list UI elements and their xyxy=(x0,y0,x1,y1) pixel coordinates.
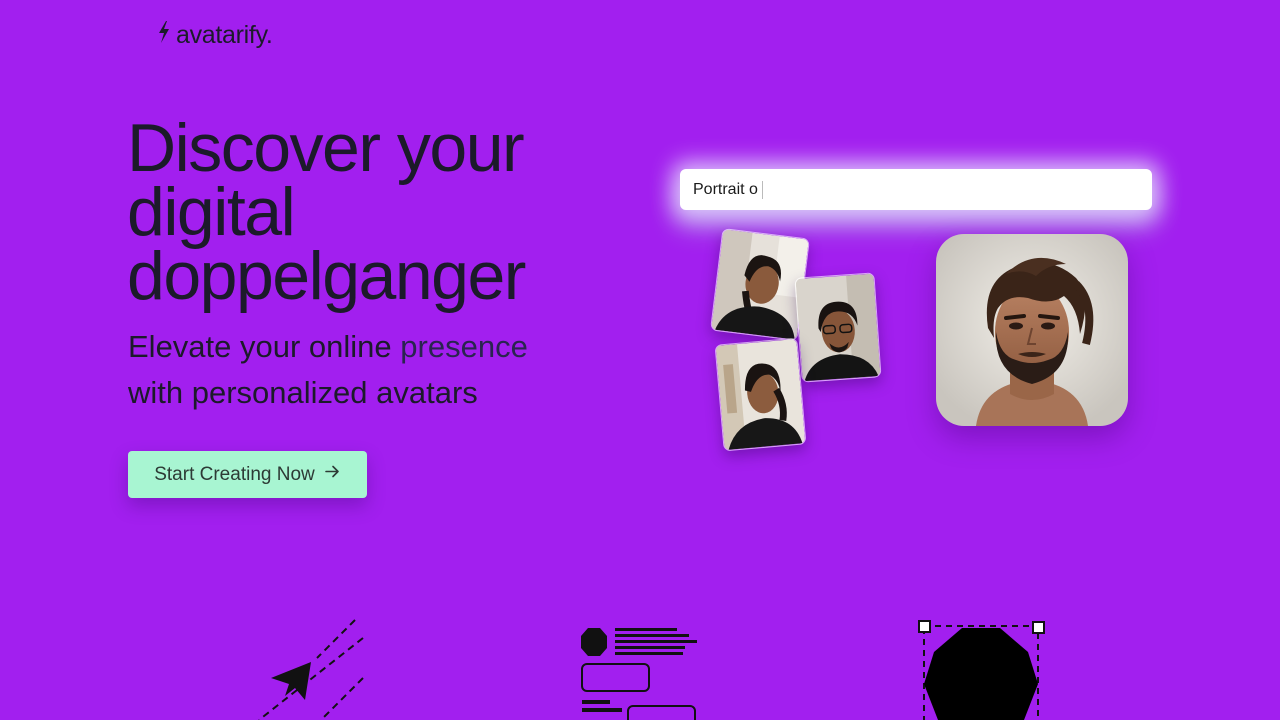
subtitle-part-3: with personalized avatars xyxy=(128,375,478,410)
layout-blocks-icon xyxy=(580,626,700,720)
subtitle-part-1: Elevate your online xyxy=(128,329,392,364)
shape-select-icon xyxy=(916,618,1046,720)
lightning-icon xyxy=(156,20,172,51)
hero-subtitle: Elevate your online presence with person… xyxy=(128,324,598,416)
text-caret xyxy=(761,180,763,199)
subtitle-part-2: presence xyxy=(400,329,528,364)
brand-logo[interactable]: avatarify. xyxy=(156,20,273,51)
prompt-value: Portrait o xyxy=(693,180,758,198)
paper-plane-icon xyxy=(255,618,365,720)
input-photo-3 xyxy=(714,337,807,452)
arrow-right-icon xyxy=(324,463,341,486)
prompt-input[interactable]: Portrait o xyxy=(680,169,1152,210)
hero-title: Discover your digital doppelganger xyxy=(127,110,526,314)
input-photo-2 xyxy=(794,272,882,383)
start-creating-button[interactable]: Start Creating Now xyxy=(128,451,367,498)
cta-label: Start Creating Now xyxy=(154,463,315,485)
brand-name: avatarify. xyxy=(176,21,273,49)
generated-avatar xyxy=(936,234,1128,426)
